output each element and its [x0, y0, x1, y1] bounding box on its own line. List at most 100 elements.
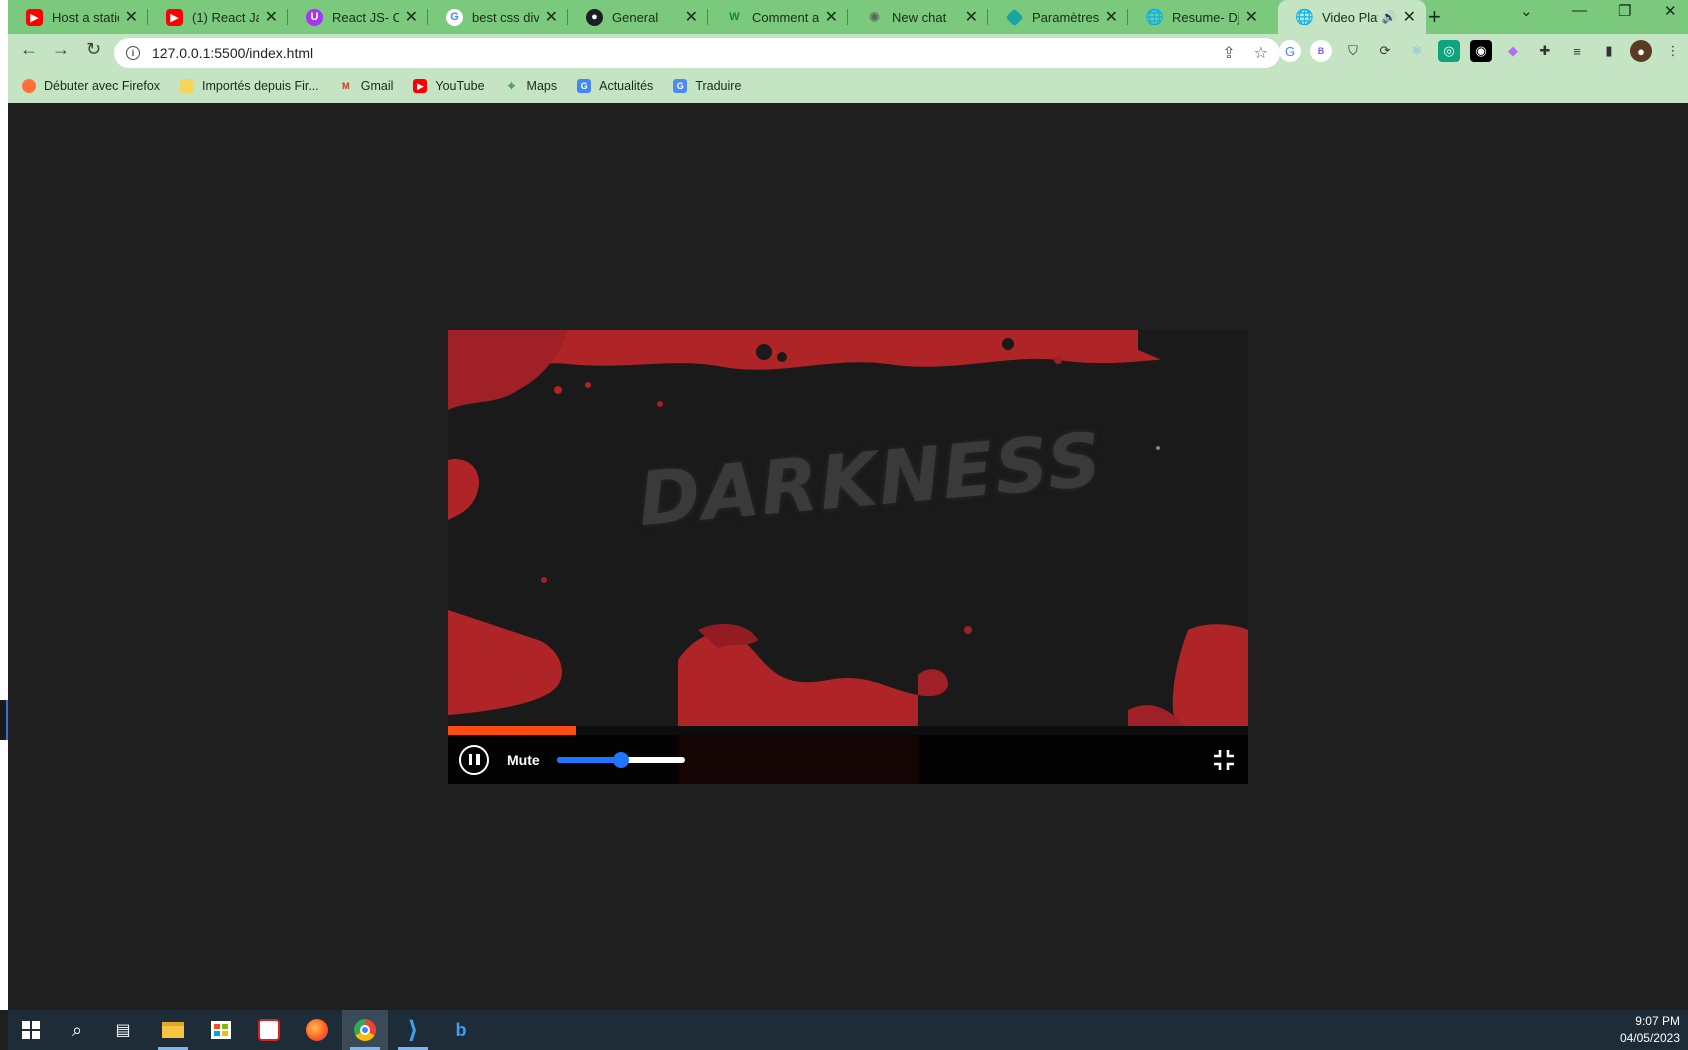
- media-playlist-icon[interactable]: ≡: [1566, 40, 1588, 62]
- address-bar-actions: ⇪ ☆: [1222, 43, 1268, 63]
- extensions-puzzle-icon[interactable]: ✚: [1534, 40, 1556, 62]
- tab-title: Host a static w: [52, 9, 119, 25]
- close-icon[interactable]: ✕: [1245, 7, 1258, 27]
- gmail-icon: M: [342, 81, 350, 91]
- store-tile: [214, 1024, 220, 1029]
- close-icon[interactable]: ✕: [125, 7, 138, 27]
- app-red-icon[interactable]: [246, 1010, 292, 1050]
- bookmark-debuter-firefox[interactable]: Débuter avec Firefox: [22, 79, 160, 93]
- bookmark-label: Maps: [526, 79, 558, 93]
- tab-search-chevron-icon[interactable]: ⌄: [1520, 2, 1533, 20]
- vscode-taskbar-icon[interactable]: ⟩: [390, 1010, 436, 1050]
- mute-button[interactable]: Mute: [507, 752, 540, 768]
- new-tab-button[interactable]: +: [1428, 4, 1441, 30]
- pause-icon: [476, 754, 480, 765]
- bookmark-label: Traduire: [695, 79, 742, 93]
- restore-button[interactable]: ❐: [1618, 2, 1631, 20]
- shield-extension-icon[interactable]: ⛉: [1342, 40, 1364, 62]
- tab-comment-ajouter[interactable]: W Comment ajo ✕: [708, 0, 848, 34]
- react-devtools-icon[interactable]: ⚛: [1406, 40, 1428, 62]
- chrome-glyph: [354, 1019, 376, 1041]
- bookmark-traduire[interactable]: G Traduire: [673, 79, 741, 93]
- browser-chrome: ▶ Host a static w ✕ ▶ (1) React JavaS ✕ …: [8, 0, 1688, 103]
- tab-google-search[interactable]: G best css div of ✕: [428, 0, 568, 34]
- file-explorer-glyph: [162, 1022, 184, 1038]
- navigation-bar: ← → ↻ i 127.0.0.1:5500/index.html ⇪ ☆ G …: [8, 34, 1688, 70]
- tab-video-player[interactable]: 🌐 Video Play 🔊 ✕: [1278, 0, 1426, 34]
- bookmark-label: Débuter avec Firefox: [44, 79, 161, 93]
- firefox-taskbar-icon[interactable]: [294, 1010, 340, 1050]
- sync-extension-icon[interactable]: ⟳: [1374, 40, 1396, 62]
- bing-taskbar-icon[interactable]: b: [438, 1010, 484, 1050]
- profile-avatar[interactable]: ●: [1630, 40, 1652, 62]
- close-icon[interactable]: ✕: [685, 7, 698, 27]
- tab-resume[interactable]: 🌐 Resume- Djell ✕: [1128, 0, 1268, 34]
- tab-title: Paramètres po: [1032, 9, 1099, 25]
- translate-extension-icon[interactable]: G: [1279, 40, 1301, 62]
- back-button[interactable]: ←: [20, 39, 38, 60]
- close-window-button[interactable]: ✕: [1664, 2, 1677, 20]
- bookmark-importes-firefox[interactable]: Importés depuis Fir...: [180, 79, 319, 93]
- pause-button[interactable]: [459, 744, 489, 775]
- extension-badge-icon[interactable]: B: [1310, 40, 1332, 62]
- tab-title: Comment ajo: [752, 9, 819, 25]
- bookmark-youtube[interactable]: ▶ YouTube: [413, 79, 485, 93]
- chrome-taskbar-icon[interactable]: [342, 1010, 388, 1050]
- progress-bar[interactable]: [448, 726, 1248, 735]
- close-icon[interactable]: ✕: [545, 7, 558, 27]
- share-icon[interactable]: ⇪: [1222, 43, 1235, 63]
- tab-title: (1) React JavaS: [192, 9, 259, 25]
- close-icon[interactable]: ✕: [1403, 7, 1416, 27]
- reload-button[interactable]: ↻: [86, 39, 101, 60]
- bookmark-label: Actualités: [599, 79, 654, 93]
- close-icon[interactable]: ✕: [965, 7, 978, 27]
- system-clock[interactable]: 9:07 PM 04/05/2023: [1620, 1013, 1680, 1047]
- close-icon[interactable]: ✕: [405, 7, 418, 27]
- chatgpt-extension-icon[interactable]: ◎: [1438, 40, 1460, 62]
- search-icon[interactable]: ⌕: [54, 1010, 100, 1050]
- bookmark-star-icon[interactable]: ☆: [1254, 43, 1268, 63]
- tab-new-chat[interactable]: ✺ New chat ✕: [848, 0, 988, 34]
- speaker-icon[interactable]: 🔊: [1382, 10, 1397, 24]
- volume-slider[interactable]: [556, 751, 685, 768]
- youtube-icon: ▶: [413, 79, 428, 93]
- openai-extension-icon[interactable]: ◉: [1470, 40, 1492, 62]
- tab-title: Video Play: [1322, 9, 1378, 25]
- bookmark-actualites[interactable]: G Actualités: [577, 79, 653, 93]
- tab-title: React JS- Com: [332, 9, 399, 25]
- bookmark-label: Gmail: [360, 79, 394, 93]
- store-glyph: [211, 1021, 231, 1039]
- windows-taskbar: ⌕ ▤ ⟩ b 9:07 PM 04/05/2023: [8, 1010, 1688, 1050]
- start-button[interactable]: [8, 1010, 54, 1050]
- site-info-icon[interactable]: i: [126, 46, 140, 60]
- translate-icon: G: [673, 79, 688, 93]
- news-icon: G: [577, 79, 592, 93]
- tab-host-static[interactable]: ▶ Host a static w ✕: [8, 0, 148, 34]
- tab-react-javascript[interactable]: ▶ (1) React JavaS ✕: [148, 0, 288, 34]
- menu-kebab-icon[interactable]: ⋮: [1662, 40, 1684, 62]
- minimize-button[interactable]: —: [1572, 2, 1587, 19]
- globe-icon: 🌐: [1145, 9, 1164, 26]
- close-icon[interactable]: ✕: [265, 7, 278, 27]
- tab-github-general[interactable]: ● General ✕: [568, 0, 708, 34]
- close-icon[interactable]: ✕: [1105, 7, 1118, 27]
- google-icon: G: [446, 8, 463, 26]
- address-bar[interactable]: i 127.0.0.1:5500/index.html ⇪ ☆: [114, 38, 1280, 68]
- exit-fullscreen-icon[interactable]: [1212, 748, 1236, 772]
- tab-parametres[interactable]: Paramètres po ✕: [988, 0, 1128, 34]
- task-view-icon[interactable]: ▤: [100, 1010, 146, 1050]
- bookmark-gmail[interactable]: M Gmail: [339, 79, 394, 93]
- side-panel-icon[interactable]: ▮: [1598, 40, 1620, 62]
- forward-button[interactable]: →: [52, 39, 70, 60]
- volume-thumb[interactable]: [612, 751, 629, 768]
- bookmark-maps[interactable]: ⌖ Maps: [505, 78, 558, 93]
- video-player[interactable]: DARKNESS Mute: [448, 330, 1248, 784]
- tab-title: Resume- Djell: [1172, 9, 1239, 25]
- tab-title: New chat: [892, 9, 947, 25]
- file-explorer-icon[interactable]: [150, 1010, 196, 1050]
- chatgpt-icon: ✺: [868, 8, 881, 25]
- microsoft-store-icon[interactable]: [198, 1010, 244, 1050]
- gradient-extension-icon[interactable]: ◆: [1502, 40, 1524, 62]
- close-icon[interactable]: ✕: [825, 7, 838, 27]
- tab-react-js-course[interactable]: U React JS- Com ✕: [288, 0, 428, 34]
